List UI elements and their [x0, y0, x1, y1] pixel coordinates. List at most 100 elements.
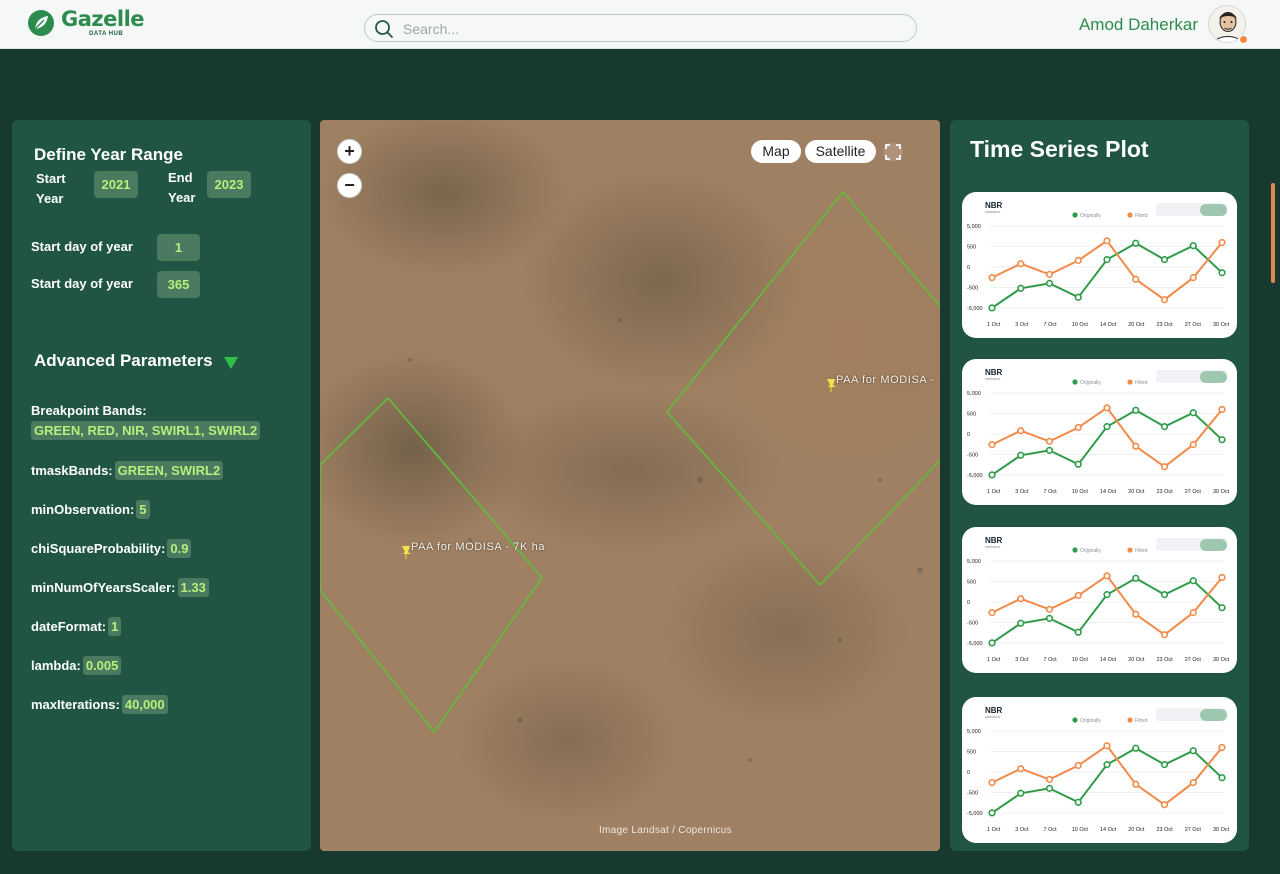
legend-marker: [1072, 212, 1078, 218]
x-tick-label: 7 Oct: [1044, 322, 1058, 328]
start-doy-input[interactable]: 1: [157, 234, 200, 261]
data-point: [1074, 761, 1082, 770]
x-tick-label: 20 Oct: [1128, 827, 1145, 833]
data-point: [1160, 631, 1169, 639]
x-tick-label: 14 Oct: [1100, 489, 1117, 495]
param-lambda: lambda: 0.005: [31, 656, 122, 675]
data-point: [1160, 801, 1169, 809]
chart-card-3[interactable]: NBR statistics Originally Fitted 5,000 500 0 -5…: [962, 697, 1237, 843]
data-point: [1189, 274, 1197, 282]
year-range-title: Define Year Range: [34, 145, 183, 164]
polygon-right: [665, 190, 940, 587]
satellite-map[interactable]: + − Map Satellite PAA for MODISA - PAA f…: [320, 120, 940, 851]
chart-card-2[interactable]: NBR statistics Originally Fitted 5,000 500 0 -5…: [962, 527, 1237, 673]
fullscreen-icon[interactable]: [883, 142, 903, 162]
y-tick-label: 5,000: [967, 391, 981, 397]
x-tick-label: 7 Oct: [1044, 489, 1058, 495]
data-point: [1103, 404, 1111, 412]
area-label-right[interactable]: PAA for MODISA -: [836, 374, 935, 386]
nbr-line-chart: NBRstatisticsOriginally Fitted5,0005000-5…: [967, 706, 1230, 833]
advanced-parameters-title[interactable]: Advanced Parameters: [34, 351, 213, 371]
data-point: [1218, 604, 1226, 612]
map-texture: [320, 190, 940, 762]
param-value[interactable]: 0.9: [167, 539, 192, 558]
x-tick-label: 10 Oct: [1072, 489, 1089, 495]
legend-label: Originally: [1080, 213, 1101, 219]
data-point: [1218, 573, 1226, 582]
x-tick-label: 10 Oct: [1072, 657, 1089, 663]
param-value[interactable]: 1.33: [177, 578, 209, 597]
satellite-view-button[interactable]: Satellite: [805, 140, 876, 163]
param-date-format: dateFormat: 1: [31, 617, 122, 636]
data-point: [1103, 572, 1111, 580]
chart-toggle: [1200, 709, 1227, 721]
param-value[interactable]: 1: [108, 617, 122, 636]
x-tick-label: 14 Oct: [1100, 827, 1117, 833]
chart-card-0[interactable]: NBR statistics Originally Fitted 5,000 500 0 -5…: [962, 192, 1237, 338]
series-line: [991, 747, 1223, 814]
data-point: [1189, 779, 1197, 787]
legend-label: Fitted: [1135, 213, 1148, 219]
zoom-out-button[interactable]: −: [337, 173, 362, 198]
x-tick-label: 23 Oct: [1157, 322, 1174, 328]
data-point: [1017, 284, 1025, 292]
data-point: [1103, 423, 1111, 431]
start-year-label-line1: Start: [36, 171, 66, 186]
chart-card-1[interactable]: NBR statistics Originally Fitted 5,000 500 0 -5…: [962, 359, 1237, 505]
x-tick-label: 3 Oct: [1015, 827, 1029, 833]
param-value[interactable]: 0.005: [82, 656, 122, 675]
data-point: [1189, 747, 1197, 755]
x-tick-label: 1 Oct: [987, 827, 1001, 833]
y-tick-label: -500: [967, 452, 978, 458]
y-tick-label: 500: [967, 750, 976, 756]
time-series-title: Time Series Plot: [970, 136, 1149, 162]
data-point: [1045, 270, 1054, 278]
end-doy-input[interactable]: 365: [157, 271, 200, 298]
y-tick-label: -500: [967, 285, 978, 291]
nbr-line-chart: NBRstatisticsOriginally Fitted5,0005000-5…: [967, 536, 1230, 663]
data-point: [1103, 256, 1111, 264]
scrollbar-thumb[interactable]: [1271, 183, 1275, 283]
series-line: [991, 409, 1223, 476]
area-label-left[interactable]: PAA for MODISA - 7K ha: [411, 541, 545, 553]
data-point: [988, 639, 996, 647]
start-year-input[interactable]: 2021: [94, 171, 138, 198]
data-point: [1218, 774, 1226, 782]
param-value[interactable]: 40,000: [121, 695, 168, 714]
user-name[interactable]: Amod Daherkar: [1079, 15, 1198, 35]
data-point: [1218, 743, 1226, 752]
end-year-label-line1: End: [168, 170, 193, 185]
data-point: [1103, 591, 1111, 599]
param-value[interactable]: 5: [136, 500, 150, 519]
x-tick-label: 3 Oct: [1015, 322, 1029, 328]
data-point: [1132, 574, 1140, 582]
y-tick-label: -5,000: [967, 306, 983, 312]
legend-marker: [1127, 212, 1133, 218]
y-tick-label: -500: [967, 620, 978, 626]
nbr-line-chart: NBRstatisticsOriginally Fitted5,0005000-5…: [967, 368, 1230, 495]
gazelle-logo[interactable]: Gazelle DATA HUB: [26, 8, 145, 38]
search-input[interactable]: [403, 18, 903, 39]
end-year-input[interactable]: 2023: [207, 171, 251, 198]
y-tick-label: -5,000: [967, 641, 983, 647]
data-point: [988, 609, 996, 617]
data-point: [1017, 260, 1025, 268]
param-value[interactable]: GREEN, RED, NIR, SWIRL1, SWIRL2: [31, 421, 261, 440]
chart-subtitle: statistics: [985, 714, 1000, 719]
series-line: [991, 744, 1223, 806]
x-tick-label: 1 Oct: [987, 657, 1001, 663]
x-tick-label: 20 Oct: [1128, 657, 1145, 663]
x-tick-label: 27 Oct: [1185, 657, 1202, 663]
search-bar[interactable]: [364, 14, 917, 42]
param-label: tmaskBands:: [31, 463, 113, 478]
triangle-down-icon[interactable]: [224, 357, 238, 369]
nbr-line-chart: NBRstatisticsOriginally Fitted5,0005000-5…: [967, 201, 1230, 328]
data-point: [1132, 780, 1140, 788]
time-series-panel: Time Series Plot NBR statistics Originally…: [950, 120, 1249, 851]
map-view-button[interactable]: Map: [751, 140, 801, 163]
x-tick-label: 10 Oct: [1072, 827, 1089, 833]
zoom-in-button[interactable]: +: [337, 139, 362, 164]
data-point: [1218, 269, 1226, 277]
param-value[interactable]: GREEN, SWIRL2: [114, 461, 224, 480]
x-tick-label: 30 Oct: [1213, 322, 1230, 328]
